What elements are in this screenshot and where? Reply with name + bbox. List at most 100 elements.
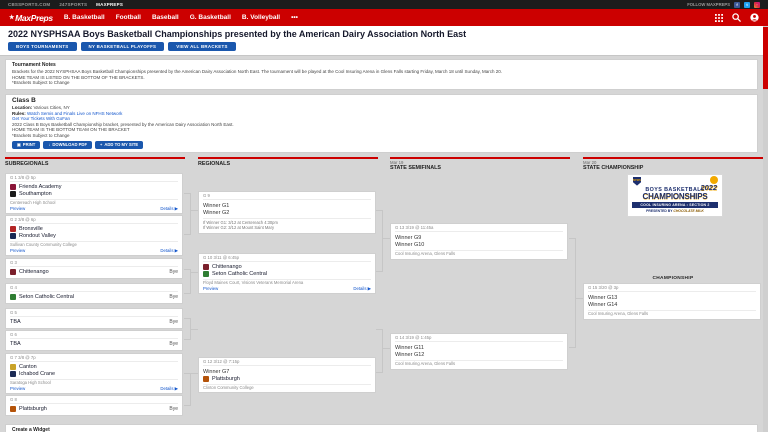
- winner-slot: Winner G13: [588, 294, 756, 302]
- game-header: G 7 3/8 @ 7p: [10, 356, 178, 363]
- details-link[interactable]: Details ▶: [160, 207, 178, 212]
- download-icon: [48, 142, 50, 147]
- team-logo: [203, 376, 209, 382]
- team-logo: [10, 233, 16, 239]
- boys-tournaments-button[interactable]: BOYS TOURNAMENTS: [8, 42, 77, 51]
- nysphsaa-shield-icon: NYSPHSAA: [633, 177, 641, 186]
- bracket-connector: [376, 329, 383, 373]
- brand-text: MaxPreps: [15, 13, 53, 23]
- team-row[interactable]: PlattsburghBye: [10, 406, 178, 413]
- team-row[interactable]: Chittenango Bye: [10, 269, 178, 276]
- instagram-icon[interactable]: [754, 2, 760, 8]
- column-header-state-championship: Mar 20 STATE CHAMPIONSHIP: [583, 157, 763, 172]
- team-name[interactable]: Plattsburgh: [212, 376, 240, 382]
- bracket-connector: [569, 238, 576, 348]
- team-name[interactable]: Ichabod Crane: [19, 371, 55, 377]
- nav-item-b-volleyball[interactable]: B. Volleyball: [242, 14, 280, 21]
- scrollbar-thumb[interactable]: [763, 27, 768, 89]
- create-widget-title: Create a Widget: [12, 427, 751, 432]
- bracket-connector: [184, 318, 191, 340]
- bracket-connector: [191, 329, 198, 330]
- game-header: G 10 3/11 @ 6:45p: [203, 256, 371, 263]
- details-link[interactable]: Details ▶: [160, 249, 178, 254]
- team-row[interactable]: Southampton: [10, 191, 178, 198]
- game-notes: If Winner G1: 3/12 at Centereach 4:30pm …: [203, 218, 371, 231]
- team-logo: [10, 364, 16, 370]
- preview-link[interactable]: Preview: [10, 207, 25, 212]
- twitter-icon[interactable]: [744, 2, 750, 8]
- preview-link[interactable]: Preview: [203, 287, 218, 292]
- profile-icon[interactable]: [750, 13, 759, 22]
- vertical-scrollbar[interactable]: [763, 26, 768, 432]
- view-all-brackets-button[interactable]: VIEW ALL BRACKETS: [168, 42, 235, 51]
- facebook-icon[interactable]: [734, 2, 740, 8]
- details-link[interactable]: Details ▶: [353, 287, 371, 292]
- team-row[interactable]: Friends Academy: [10, 184, 178, 191]
- ny-basketball-playoffs-button[interactable]: NY BASKETBALL PLAYOFFS: [81, 42, 165, 51]
- team-row[interactable]: Bronxville: [10, 226, 178, 233]
- game-box-g6: G 6 TBABye: [5, 330, 183, 351]
- nav-item-baseball[interactable]: Baseball: [152, 14, 179, 21]
- team-row[interactable]: Seton Catholic Central Bye: [10, 294, 178, 301]
- apps-grid-icon[interactable]: [715, 14, 723, 22]
- team-row[interactable]: Plattsburgh: [203, 375, 371, 382]
- bye-label: Bye: [169, 295, 178, 301]
- winner-slot: Winner G2: [203, 209, 371, 217]
- game-box-g1: G 1 3/8 @ 5p Friends Academy Southampton…: [5, 173, 183, 215]
- nav-item-football[interactable]: Football: [116, 14, 141, 21]
- team-row[interactable]: Chittenango: [203, 264, 371, 271]
- gofan-tickets-link[interactable]: Get Your Tickets With GoFan: [12, 116, 70, 121]
- location-value: Various Cities, NY: [34, 105, 70, 110]
- details-link[interactable]: Details ▶: [160, 387, 178, 392]
- preview-link[interactable]: Preview: [10, 387, 25, 392]
- preview-link[interactable]: Preview: [10, 249, 25, 254]
- search-icon[interactable]: [732, 13, 741, 22]
- class-b-actions: PRINT DOWNLOAD PDF ADD TO MY SITE: [12, 141, 751, 149]
- team-name[interactable]: Bronxville: [19, 226, 43, 232]
- nav-more-menu[interactable]: •••: [291, 14, 298, 21]
- add-to-my-site-button[interactable]: ADD TO MY SITE: [95, 141, 143, 149]
- link-cbssports[interactable]: CBSSPORTS.COM: [8, 2, 50, 7]
- link-maxpreps[interactable]: MAXPREPS: [96, 2, 123, 7]
- team-name[interactable]: Chittenango: [19, 269, 49, 275]
- nfhs-network-link[interactable]: Watch Semis and Finals Live on NFHS Netw…: [27, 111, 122, 116]
- team-name[interactable]: Canton: [19, 364, 37, 370]
- game-venue: Centereach High School: [10, 199, 178, 206]
- nav-item-b-basketball[interactable]: B. Basketball: [64, 14, 105, 21]
- page-title: 2022 NYSPHSAA Boys Basketball Championsh…: [8, 29, 760, 39]
- winner-slot: Winner G14: [588, 301, 756, 309]
- team-name[interactable]: Chittenango: [212, 264, 242, 270]
- bracket-connector: [191, 373, 198, 374]
- team-name[interactable]: Southampton: [19, 191, 52, 197]
- team-name[interactable]: Friends Academy: [19, 184, 62, 190]
- print-button[interactable]: PRINT: [12, 141, 40, 149]
- team-name[interactable]: Seton Catholic Central: [19, 294, 74, 300]
- winner-slot: Winner G12: [395, 351, 563, 359]
- winner-slot: Winner G7: [203, 368, 371, 376]
- game-box-g14: G 14 3/19 @ 1:45p Winner G11 Winner G12 …: [390, 333, 568, 370]
- utility-bar: CBSSPORTS.COM 247SPORTS MAXPREPS FOLLOW …: [0, 0, 768, 9]
- network-links: CBSSPORTS.COM 247SPORTS MAXPREPS: [8, 2, 123, 7]
- game-venue: Cool Insuring Arena, Glens Falls: [395, 250, 563, 257]
- nav-item-g-basketball[interactable]: G. Basketball: [190, 14, 231, 21]
- bracket-connector: [383, 238, 390, 239]
- game-box-g4: G 4 Seton Catholic Central Bye: [5, 283, 183, 304]
- team-name[interactable]: Rondout Valley: [19, 233, 56, 239]
- download-pdf-button[interactable]: DOWNLOAD PDF: [43, 141, 92, 149]
- team-row[interactable]: Ichabod Crane: [10, 371, 178, 378]
- game-header: G 13 3/19 @ 11:45a: [395, 226, 563, 233]
- follow-label: FOLLOW MAXPREPS: [687, 2, 730, 7]
- maxpreps-logo[interactable]: MaxPreps: [9, 13, 53, 23]
- game-venue: Saratoga High School: [10, 379, 178, 386]
- game-header: G 14 3/19 @ 1:45p: [395, 336, 563, 343]
- team-row[interactable]: Seton Catholic Central: [203, 271, 371, 278]
- game-box-g5: G 5 TBABye: [5, 308, 183, 329]
- link-247sports[interactable]: 247SPORTS: [59, 2, 87, 7]
- bye-label: Bye: [169, 270, 178, 276]
- game-header: G 4: [10, 286, 178, 293]
- team-name[interactable]: Seton Catholic Central: [212, 271, 267, 277]
- team-row[interactable]: Canton: [10, 364, 178, 371]
- team-row[interactable]: Rondout Valley: [10, 233, 178, 240]
- team-name[interactable]: Plattsburgh: [19, 406, 47, 412]
- content-area: Tournament Notes Brackets for the 2022 N…: [0, 56, 763, 432]
